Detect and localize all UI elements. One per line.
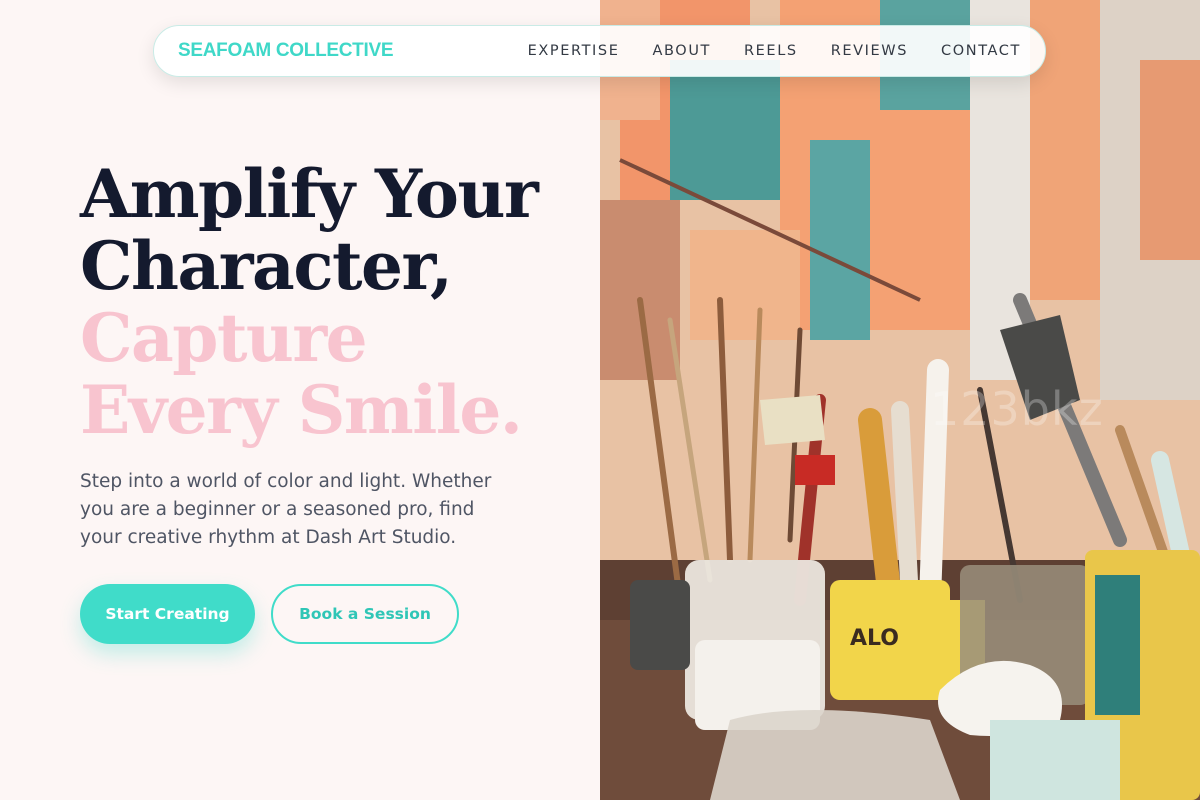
start-creating-button[interactable]: Start Creating [80,584,255,644]
hero-title-line-1: Amplify Your [80,155,539,233]
book-session-button[interactable]: Book a Session [271,584,459,644]
hero-title-line-4: Every Smile. [80,371,523,449]
hero-title-line-2: Character, [80,227,453,305]
nav-links: EXPERTISE ABOUT REELS REVIEWS CONTACT [528,43,1021,59]
art-supplies-photo: ALO [600,0,1200,800]
nav-link-expertise[interactable]: EXPERTISE [528,43,620,59]
brand-logo[interactable]: SEAFOAM COLLECTIVE [178,40,394,62]
nav-link-about[interactable]: ABOUT [653,43,712,59]
hero-title-line-3: Capture [80,299,368,377]
hero-image: ALO 123bkz [600,0,1200,800]
hero-subtitle: Step into a world of color and light. Wh… [80,471,492,548]
svg-text:ALO: ALO [850,626,899,651]
hero-title: Amplify Your Character, Capture Every Sm… [80,158,580,446]
watermark: 123bkz [930,382,1104,436]
nav-link-reviews[interactable]: REVIEWS [831,43,908,59]
nav-link-reels[interactable]: REELS [744,43,798,59]
top-navbar: SEAFOAM COLLECTIVE EXPERTISE ABOUT REELS… [153,25,1046,77]
nav-link-contact[interactable]: CONTACT [941,43,1021,59]
